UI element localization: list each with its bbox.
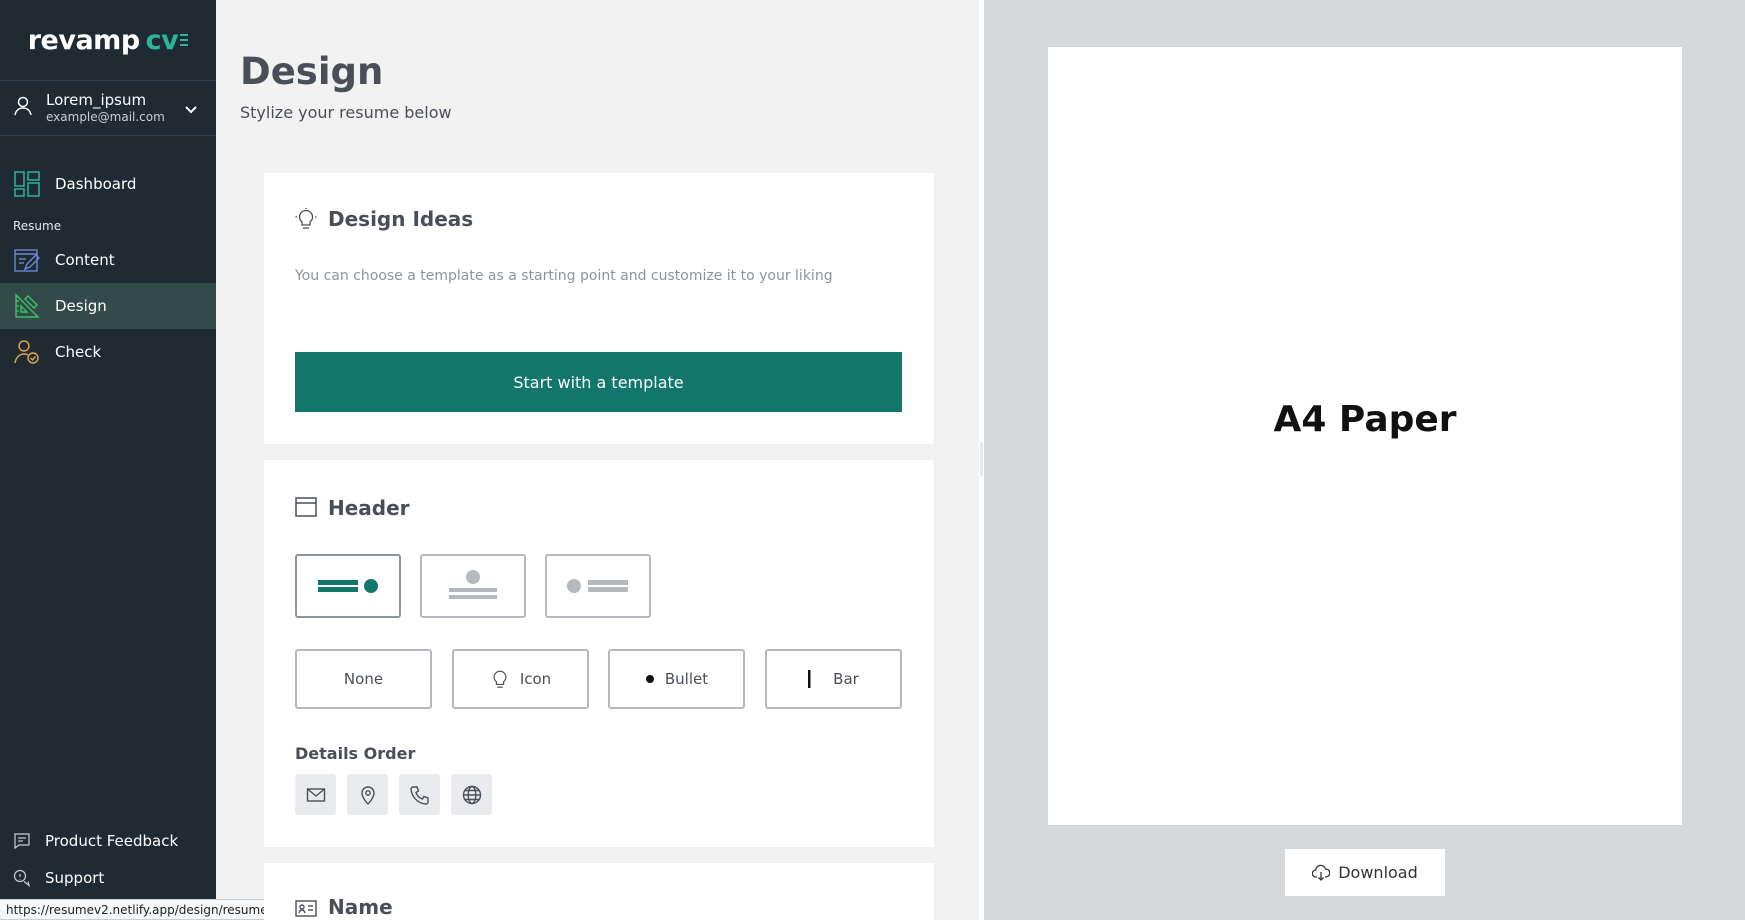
style-option-label: Bullet [664,670,709,688]
sidebar-item-label: Product Feedback [45,831,179,850]
detail-location-chip[interactable] [347,774,388,815]
download-label: Download [1338,863,1418,882]
page-subtitle: Stylize your resume below [240,103,452,122]
sidebar-item-feedback[interactable]: Product Feedback [0,822,216,859]
cloud-download-icon [1312,864,1331,882]
support-chat-icon [12,868,32,888]
name-card-title: Name [328,895,393,919]
sidebar-item-support[interactable]: Support [0,859,216,896]
logo-cv: cv [145,24,179,56]
preview-panel: A4 Paper Download [984,0,1745,920]
sidebar-item-label: Dashboard [55,175,137,193]
content-edit-icon [14,247,40,273]
details-order-label: Details Order [295,744,416,763]
chevron-down-icon[interactable] [184,101,198,120]
sidebar-item-design[interactable]: Design [0,283,216,329]
layout-left-icon [318,579,378,593]
header-style-bar-option[interactable]: Bar [765,649,902,709]
sidebar-item-label: Support [45,868,105,887]
header-style-none-option[interactable]: None [295,649,432,709]
sidebar-item-label: Design [55,297,107,315]
bullet-icon [645,674,655,684]
detail-website-chip[interactable] [451,774,492,815]
header-style-bullet-option[interactable]: Bullet [608,649,745,709]
logo-word: revamp [27,24,140,56]
user-email: example@mail.com [46,110,165,124]
style-option-label: None [343,670,384,688]
logo[interactable]: revamp cv [0,0,216,80]
style-option-label: Icon [519,670,552,688]
paper-label: A4 Paper [1273,398,1457,440]
logo-bars-icon [180,34,189,46]
sidebar-item-label: Check [55,343,102,361]
header-layout-left-option[interactable] [295,554,401,618]
detail-phone-chip[interactable] [399,774,440,815]
lightbulb-icon [295,208,317,234]
location-pin-icon [360,785,375,805]
sidebar-section-resume: Resume [13,219,62,233]
header-layout-right-option[interactable] [545,554,651,618]
style-option-label: Bar [833,670,859,688]
phone-icon [409,785,429,805]
user-icon [12,95,34,121]
sidebar-bottom: Product Feedback Support [0,822,216,896]
user-menu[interactable]: Lorem_ipsum example@mail.com [0,80,216,136]
globe-icon [462,785,481,804]
lightbulb-icon [490,669,510,689]
feedback-icon [12,831,32,851]
name-card: Name [264,863,934,920]
download-button[interactable]: Download [1285,849,1445,896]
sidebar-item-dashboard[interactable]: Dashboard [0,161,216,207]
header-style-icon-option[interactable]: Icon [452,649,589,709]
sidebar-item-label: Content [55,251,115,269]
sidebar: revamp cv Lorem_ipsum example@mail.com D… [0,0,216,920]
id-card-icon [295,898,317,920]
layout-right-icon [567,579,628,593]
sidebar-item-content[interactable]: Content [0,237,216,283]
start-template-button[interactable]: Start with a template [295,352,902,412]
main-panel: Design Stylize your resume below Design … [216,0,979,920]
detail-email-chip[interactable] [295,774,336,815]
splitter-handle[interactable] [980,442,983,476]
dashboard-icon [14,171,40,197]
design-ruler-icon [14,293,40,319]
bar-icon [808,669,811,689]
mail-icon [306,787,325,802]
header-layout-center-option[interactable] [420,554,526,618]
header-card: Header None Icon Bullet Bar Details Orde… [264,460,934,847]
design-ideas-card: Design Ideas You can choose a template a… [264,173,934,444]
layout-center-icon [449,570,497,599]
header-layout-icon [295,496,317,522]
page-title: Design [240,50,384,93]
sidebar-item-check[interactable]: Check [0,329,216,375]
header-title: Header [328,496,410,520]
design-ideas-description: You can choose a template as a starting … [295,268,833,284]
design-ideas-title: Design Ideas [328,207,474,231]
user-check-icon [14,339,40,365]
user-name: Lorem_ipsum [46,91,147,109]
a4-paper-preview: A4 Paper [1048,47,1682,825]
